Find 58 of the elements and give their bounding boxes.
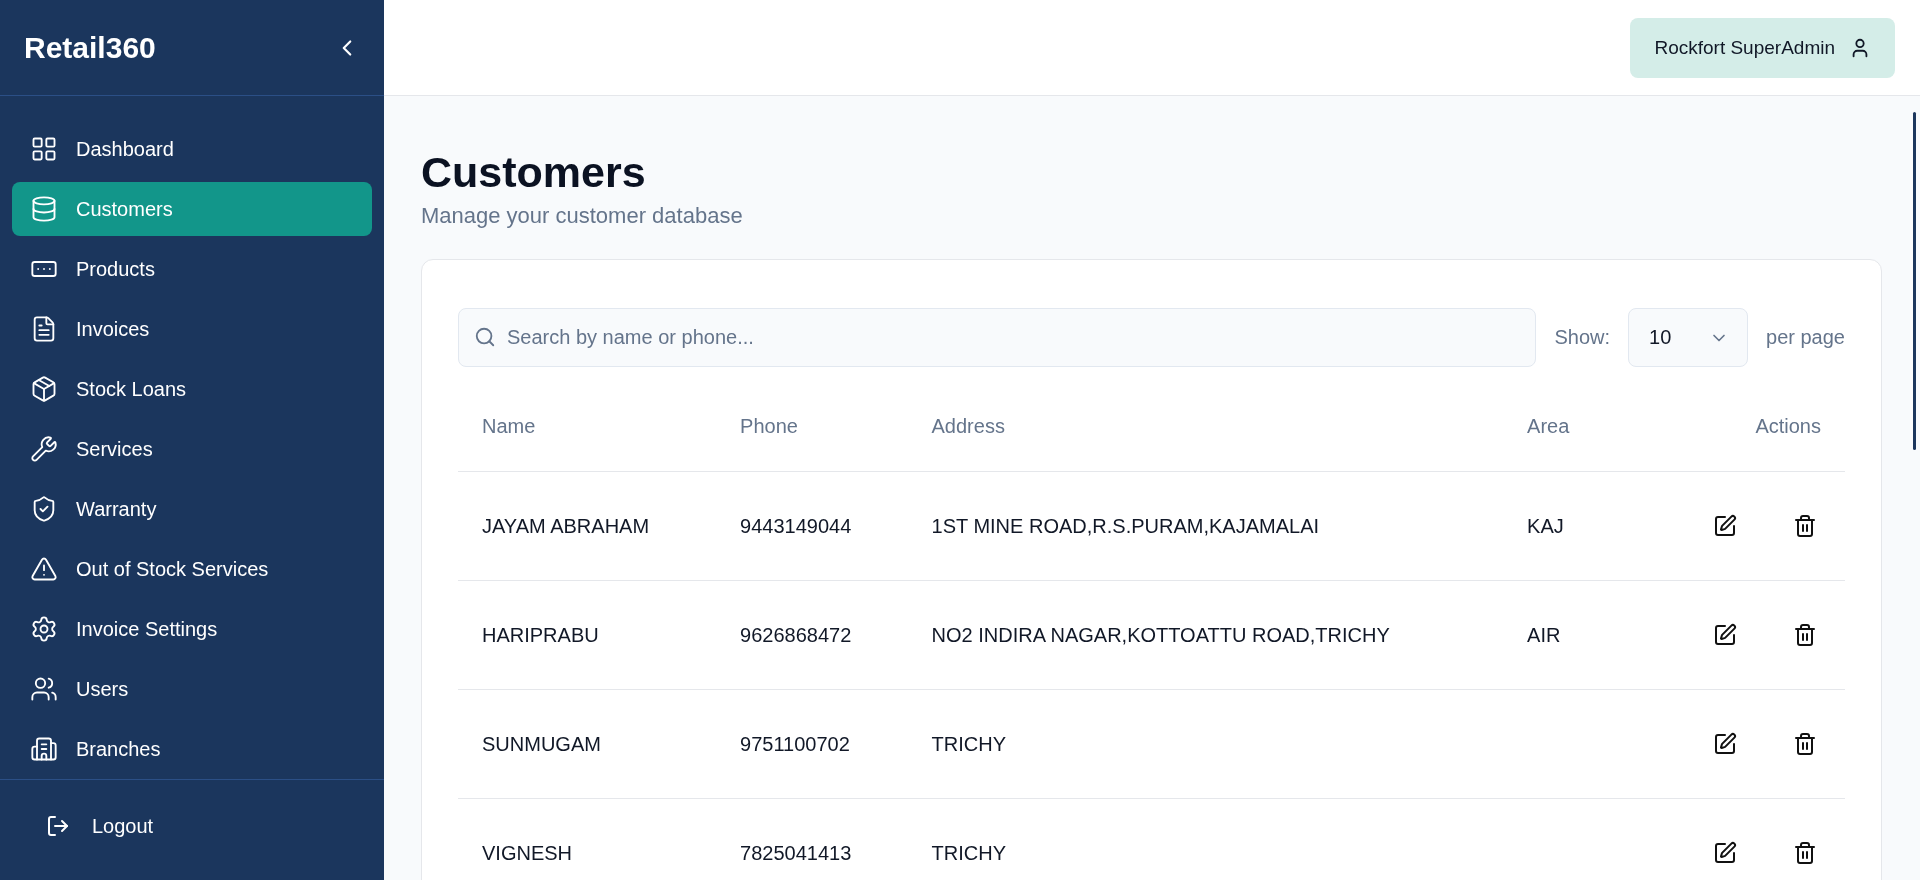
sidebar-item[interactable]: Customers	[12, 182, 372, 236]
table-cell: 1ST MINE ROAD,R.S.PURAM,KAJAMALAI	[931, 514, 1320, 537]
database-icon	[30, 195, 58, 223]
table-cell: VIGNESH	[482, 841, 573, 864]
sidebar-item[interactable]: Invoice Settings	[12, 602, 372, 656]
table-cell: HARIPRABU	[482, 623, 599, 646]
box-icon	[30, 375, 58, 403]
sidebar-item[interactable]: Branches	[12, 722, 372, 776]
table-cell: 9626868472	[740, 623, 852, 646]
warning-icon	[30, 555, 58, 583]
show-label: Show:	[1554, 326, 1611, 349]
table-cell: 9751100702	[740, 732, 850, 755]
settings-icon	[30, 615, 58, 643]
search-icon	[474, 326, 496, 348]
logout-link[interactable]: Logout	[46, 806, 384, 846]
sidebar-item[interactable]: Products	[12, 242, 372, 296]
table-cell: TRICHY	[931, 732, 1006, 755]
sidebar-item[interactable]: Invoices	[12, 302, 372, 356]
logout-icon	[46, 814, 70, 838]
wrench-icon	[30, 435, 58, 463]
sidebar-item[interactable]: Stock Loans	[12, 362, 372, 416]
users-icon	[30, 675, 58, 703]
table-cell: TRICHY	[931, 841, 1006, 864]
edit-icon	[1713, 623, 1737, 647]
table-cell: AIR	[1527, 623, 1561, 646]
table-cell: 7825041413	[740, 841, 852, 864]
sidebar-item[interactable]: Dashboard	[12, 122, 372, 176]
sidebar-item[interactable]: Out of Stock Services	[12, 542, 372, 596]
edit-icon	[1713, 514, 1737, 538]
column-header: Area	[1527, 414, 1570, 437]
edit-icon	[1713, 841, 1737, 865]
search-field[interactable]: Search by name or phone...	[458, 308, 1537, 367]
user-menu-button[interactable]: Rockfort SuperAdmin	[1630, 17, 1895, 78]
edit-icon	[1713, 732, 1737, 756]
sidebar-item[interactable]: Warranty	[12, 482, 372, 536]
page-title: Customers	[421, 148, 647, 197]
scrollbar[interactable]	[1913, 112, 1916, 450]
column-header: Phone	[740, 414, 798, 437]
per-page-select[interactable]: 10	[1628, 308, 1749, 367]
table-cell: SUNMUGAM	[482, 732, 601, 755]
trash-icon	[1793, 623, 1817, 647]
grid-icon	[30, 135, 58, 163]
sidebar-item[interactable]: Users	[12, 662, 372, 716]
trash-icon	[1793, 841, 1817, 865]
column-header: Address	[931, 414, 1005, 437]
trash-icon	[1793, 514, 1817, 538]
column-header: Name	[482, 414, 536, 437]
brand-logo: Retail360	[24, 30, 156, 65]
trash-icon	[1793, 732, 1817, 756]
column-header: Actions	[1755, 414, 1821, 437]
sidebar-item[interactable]: Services	[12, 422, 372, 476]
page-subtitle: Manage your customer database	[421, 203, 744, 229]
table-cell: JAYAM ABRAHAM	[482, 514, 650, 537]
per-page-label: per page	[1766, 326, 1845, 349]
building-icon	[30, 735, 58, 763]
table-cell: KAJ	[1527, 514, 1564, 537]
table-cell: NO2 INDIRA NAGAR,KOTTOATTU ROAD,TRICHY	[931, 623, 1390, 646]
table-cell: 9443149044	[740, 514, 852, 537]
